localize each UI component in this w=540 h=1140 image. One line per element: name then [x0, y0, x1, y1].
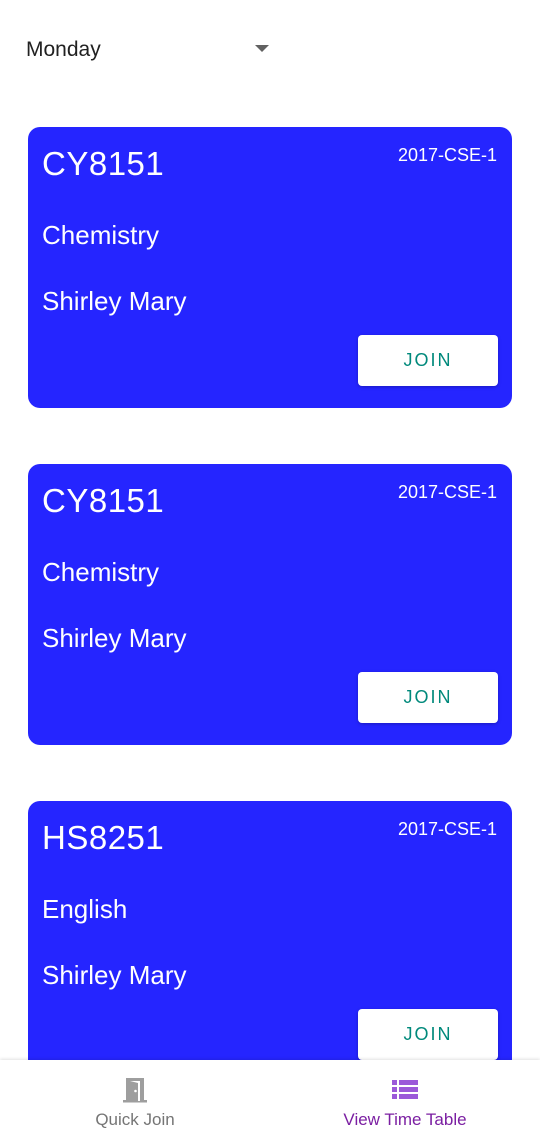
nav-label: Quick Join [95, 1110, 175, 1129]
app-screen: Monday CY8151 2017-CSE-1 Chemistry Shirl… [0, 0, 540, 1140]
nav-view-time-table[interactable]: View Time Table [270, 1060, 540, 1140]
teacher-name: Shirley Mary [42, 286, 187, 316]
bottom-navigation: Quick Join View Time Table [0, 1060, 540, 1140]
class-card: HS8251 2017-CSE-1 English Shirley Mary J… [28, 801, 512, 1060]
subject-name: English [42, 894, 128, 924]
door-icon [123, 1078, 147, 1103]
dropdown-caret-icon [255, 45, 269, 52]
join-button[interactable]: JOIN [358, 335, 498, 386]
list-icon [392, 1080, 418, 1099]
join-button[interactable]: JOIN [358, 672, 498, 723]
course-code: HS8251 [42, 819, 165, 856]
batch-label: 2017-CSE-1 [397, 819, 497, 839]
nav-label: View Time Table [343, 1110, 467, 1129]
batch-label: 2017-CSE-1 [397, 482, 497, 502]
nav-quick-join[interactable]: Quick Join [0, 1060, 270, 1140]
teacher-name: Shirley Mary [42, 623, 187, 653]
day-dropdown-value: Monday [26, 38, 101, 61]
course-code: CY8151 [42, 482, 165, 519]
join-button[interactable]: JOIN [358, 1009, 498, 1060]
day-dropdown[interactable]: Monday [26, 30, 276, 70]
subject-name: Chemistry [42, 220, 160, 250]
class-list[interactable]: Monday CY8151 2017-CSE-1 Chemistry Shirl… [0, 0, 540, 1060]
subject-name: Chemistry [42, 557, 160, 587]
class-card: CY8151 2017-CSE-1 Chemistry Shirley Mary… [28, 464, 512, 745]
class-card: CY8151 2017-CSE-1 Chemistry Shirley Mary… [28, 127, 512, 408]
teacher-name: Shirley Mary [42, 960, 187, 990]
course-code: CY8151 [42, 145, 165, 182]
batch-label: 2017-CSE-1 [397, 145, 497, 165]
